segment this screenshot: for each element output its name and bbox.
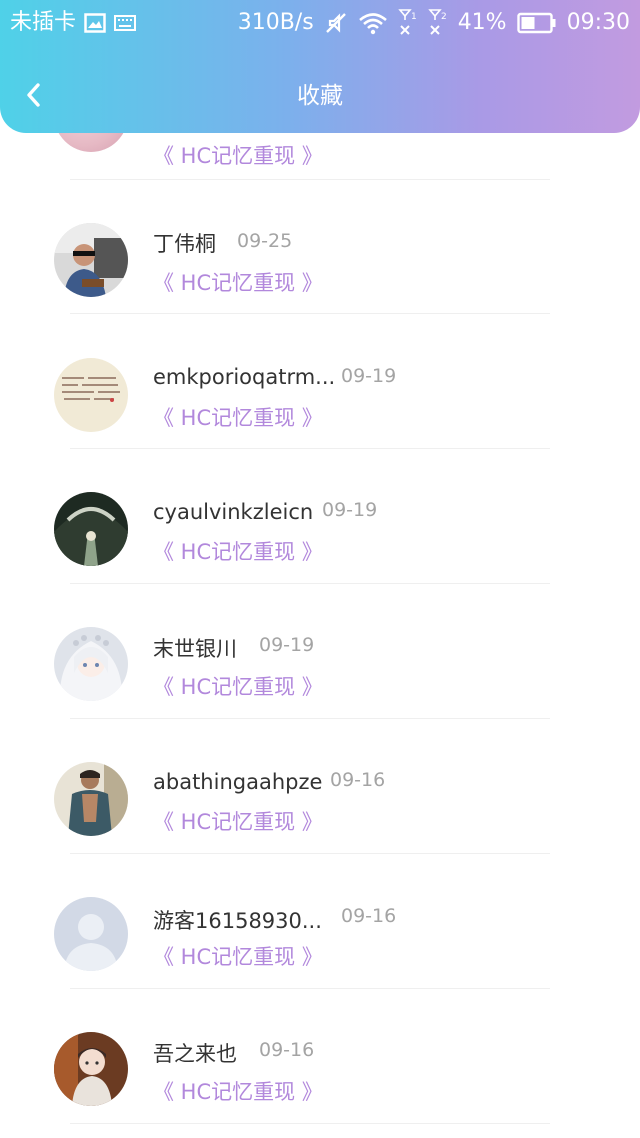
topic-label[interactable]: 《 HC记忆重现 》 [153, 402, 323, 432]
list-item[interactable]: abathingaahpze 09-16 《 HC记忆重现 》 [0, 720, 640, 855]
divider [70, 718, 550, 719]
page-title: 收藏 [297, 83, 343, 109]
header: 未插卡 310B/s 1 2 41% 09:30 收藏 [0, 0, 640, 133]
favorite-date: 09-16 [330, 769, 386, 791]
sim2-no-signal-icon: 2 [427, 8, 448, 38]
topic-label[interactable]: 《 HC记忆重现 》 [153, 267, 323, 297]
user-name[interactable]: 末世银川 [153, 633, 237, 663]
avatar[interactable] [54, 223, 128, 297]
wifi-icon [358, 11, 388, 35]
topic-label[interactable]: 《 HC记忆重现 》 [153, 140, 323, 170]
status-bar: 未插卡 310B/s 1 2 41% 09:30 [0, 0, 640, 46]
sim1-no-signal-icon: 1 [397, 8, 418, 38]
avatar[interactable] [54, 492, 128, 566]
user-name[interactable]: 游客16158930... [153, 905, 322, 935]
divider [70, 1123, 550, 1124]
avatar[interactable] [54, 1032, 128, 1106]
keyboard-icon [114, 15, 137, 31]
mute-icon [324, 11, 348, 35]
network-speed: 310B/s [237, 10, 314, 35]
topic-label[interactable]: 《 HC记忆重现 》 [153, 941, 323, 971]
status-bar-right: 310B/s 1 2 41% 09:30 [238, 0, 630, 46]
user-name[interactable]: emkporioqatrm... [153, 365, 335, 389]
topic-label[interactable]: 《 HC记忆重现 》 [153, 536, 323, 566]
navbar: 收藏 [0, 58, 640, 134]
avatar[interactable] [54, 627, 128, 701]
list-item[interactable]: 末世银川 09-19 《 HC记忆重现 》 [0, 585, 640, 720]
status-bar-left: 未插卡 [10, 0, 137, 46]
image-icon [84, 13, 106, 33]
list-item-partial[interactable]: 《 HC记忆重现 》 [0, 133, 640, 180]
list-item[interactable]: 游客16158930... 09-16 《 HC记忆重现 》 [0, 855, 640, 990]
favorite-date: 09-16 [259, 1039, 315, 1061]
favorites-list[interactable]: 《 HC记忆重现 》 丁伟桐 09-25 《 HC记忆重现 》 emkporio… [0, 133, 640, 1138]
topic-label[interactable]: 《 HC记忆重现 》 [153, 671, 323, 701]
list-item[interactable]: 丁伟桐 09-25 《 HC记忆重现 》 [0, 180, 640, 315]
list-item[interactable]: emkporioqatrm... 09-19 《 HC记忆重现 》 [0, 315, 640, 450]
favorite-date: 09-25 [237, 230, 293, 252]
clock: 09:30 [566, 10, 630, 35]
carrier-text: 未插卡 [10, 10, 77, 35]
divider [70, 853, 550, 854]
list-item[interactable]: 吾之来也 09-16 《 HC记忆重现 》 [0, 990, 640, 1125]
favorite-date: 09-19 [322, 499, 378, 521]
favorite-date: 09-16 [341, 905, 397, 927]
user-name[interactable]: abathingaahpze [153, 770, 322, 794]
list-item[interactable]: cyaulvinkzleicn 09-19 《 HC记忆重现 》 [0, 450, 640, 585]
divider [70, 448, 550, 449]
divider [70, 988, 550, 989]
sim2-label: 2 [441, 12, 447, 22]
battery-icon [516, 12, 557, 34]
topic-label[interactable]: 《 HC记忆重现 》 [153, 1076, 323, 1106]
battery-percent: 41% [457, 10, 507, 35]
topic-label[interactable]: 《 HC记忆重现 》 [153, 806, 323, 836]
avatar[interactable] [54, 897, 128, 971]
divider [70, 583, 550, 584]
avatar[interactable] [54, 762, 128, 836]
divider [70, 313, 550, 314]
user-name[interactable]: 吾之来也 [153, 1038, 237, 1068]
sim1-label: 1 [411, 12, 417, 22]
avatar[interactable] [54, 358, 128, 432]
favorite-date: 09-19 [341, 365, 397, 387]
user-name[interactable]: cyaulvinkzleicn [153, 500, 313, 524]
favorite-date: 09-19 [259, 634, 315, 656]
user-name[interactable]: 丁伟桐 [153, 228, 216, 258]
avatar [54, 133, 128, 152]
